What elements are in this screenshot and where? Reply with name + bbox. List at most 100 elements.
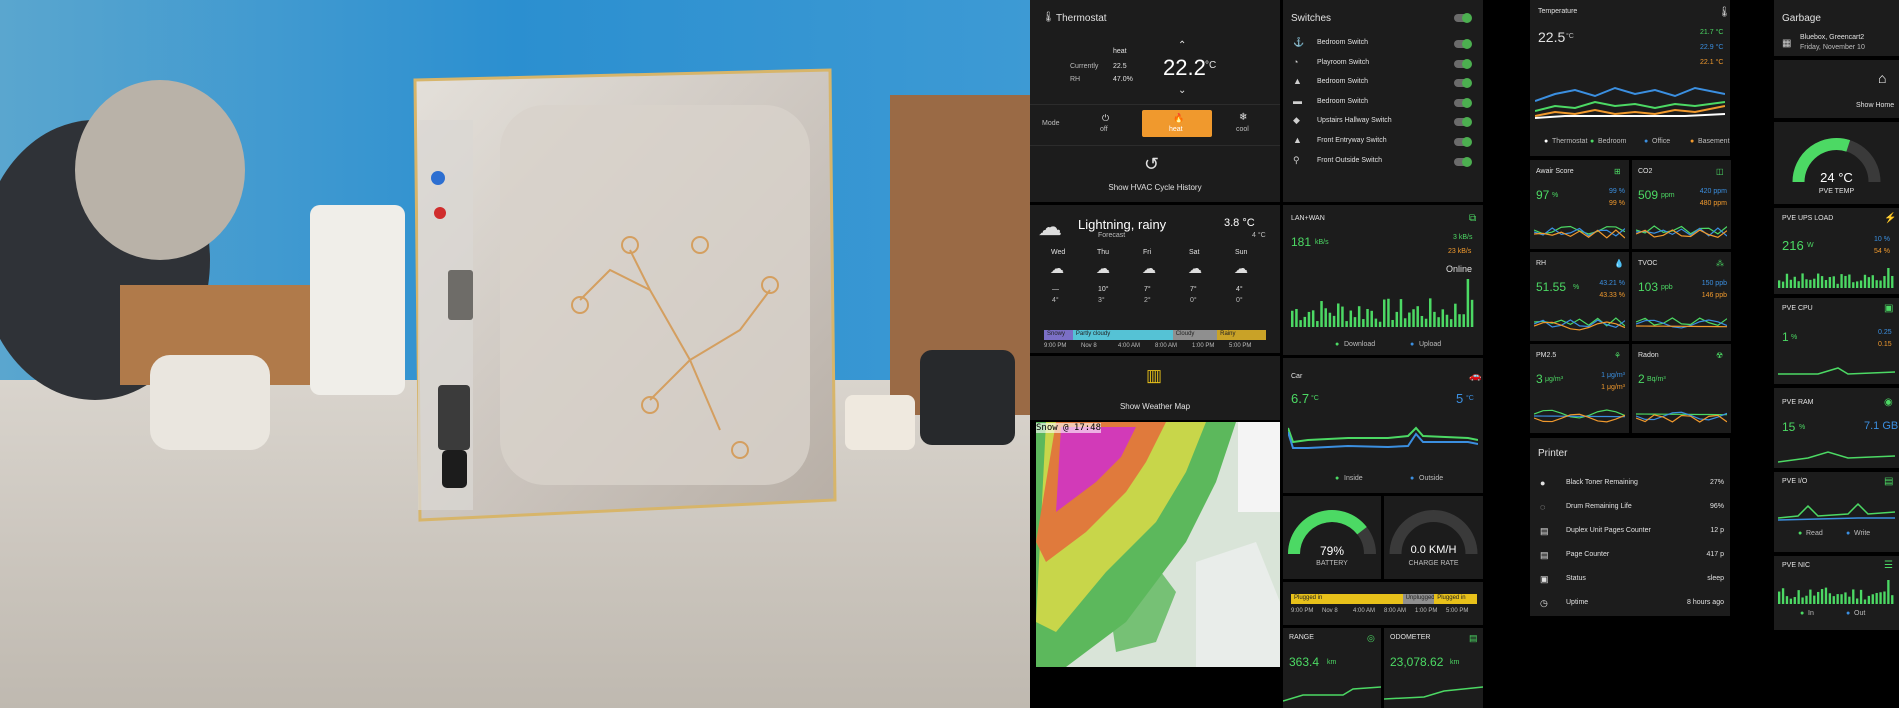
setpoint-down-icon[interactable]: ⌄ bbox=[1178, 85, 1186, 96]
switch-row[interactable]: ◔ Playroom Switch bbox=[1283, 56, 1483, 72]
chart-bar bbox=[1848, 596, 1851, 604]
switch-row[interactable]: ▲ Bedroom Switch bbox=[1283, 75, 1483, 91]
chart-bar bbox=[1824, 280, 1828, 288]
charging-timeline: Plugged in Unplugged Plugged in bbox=[1291, 594, 1477, 604]
temperature-card[interactable]: Temperature 🌡 22.5 °C 21.7 °C 22.9 °C 22… bbox=[1530, 0, 1730, 156]
car-card[interactable]: Car 🚗 6.7 °C 5 °C ● Inside ● Outside bbox=[1283, 358, 1483, 493]
sensor-card[interactable]: RH 💧 51.55% 43.21 % 43.33 % bbox=[1530, 252, 1629, 341]
chart-bar bbox=[1844, 592, 1847, 604]
timeline-tick: 8:00 AM bbox=[1155, 343, 1178, 349]
switch-icon: ◔ bbox=[1293, 56, 1299, 67]
chart-bar bbox=[1345, 321, 1348, 327]
sensor-side-b: 99 % bbox=[1609, 200, 1625, 207]
chart-bar bbox=[1836, 283, 1839, 288]
printer-row-icon: ▤ bbox=[1540, 526, 1549, 536]
mode-cool-label: cool bbox=[1236, 126, 1249, 133]
pve-io-card[interactable]: PVE I/O ▤ ● Read ● Write bbox=[1774, 472, 1899, 552]
lan-wan-card[interactable]: LAN+WAN ⧉ 181 kB/s 3 kB/s 23 kB/s Online… bbox=[1283, 205, 1483, 355]
pve-ups-card[interactable]: PVE UPS LOAD ⚡ 216 W 10 % 54 % bbox=[1774, 208, 1899, 294]
chart-bar bbox=[1462, 314, 1465, 327]
write-legend: Write bbox=[1854, 530, 1871, 537]
pve-temp-card[interactable]: 24 °C PVE TEMP bbox=[1774, 122, 1899, 204]
sensor-card[interactable]: Awair Score ⊞ 97% 99 % 99 % bbox=[1530, 160, 1629, 249]
odometer-card[interactable]: ODOMETER ▤ 23,078.62 km bbox=[1384, 628, 1483, 708]
charging-timeline-card: Plugged in Unplugged Plugged in 9:00 PM Nov… bbox=[1283, 582, 1483, 625]
sensor-card[interactable]: TVOC ⁂ 103 ppb 150 ppb 146 ppb bbox=[1632, 252, 1731, 341]
pve-temp-value: 24 °C bbox=[1820, 170, 1853, 185]
pve-io-chart bbox=[1778, 502, 1895, 521]
show-home-button[interactable]: ⌂ Show Home bbox=[1774, 60, 1899, 118]
switch-label: Playroom Switch bbox=[1317, 58, 1370, 66]
mode-cool-button[interactable]: ❄ cool bbox=[1218, 110, 1273, 137]
pve-cpu-title: PVE CPU bbox=[1782, 305, 1813, 312]
chart-bar bbox=[1840, 274, 1843, 288]
range-card[interactable]: RANGE ◎ 363.4 km bbox=[1283, 628, 1381, 708]
pve-ram-card[interactable]: PVE RAM ◉ 15 % 7.1 GB bbox=[1774, 388, 1899, 468]
in-dot: ● bbox=[1800, 610, 1805, 617]
mode-off-button[interactable]: ⏻ off bbox=[1082, 110, 1132, 137]
switch-icon: ▲ bbox=[1293, 135, 1302, 145]
charge-rate-card[interactable]: 0.0 KM/H CHARGE RATE bbox=[1384, 496, 1483, 579]
switch-toggle[interactable] bbox=[1454, 156, 1472, 167]
sensor-card[interactable]: Radon ☢ 2 Bq/m³ bbox=[1632, 344, 1731, 433]
sensor-icon: ◫ bbox=[1716, 167, 1724, 176]
chart-bar bbox=[1357, 306, 1361, 327]
chart-bar bbox=[1820, 276, 1824, 288]
chart-bar bbox=[1458, 314, 1461, 327]
mode-off-label: off bbox=[1100, 126, 1108, 133]
switch-toggle[interactable] bbox=[1454, 58, 1472, 69]
pve-temp-label: PVE TEMP bbox=[1818, 188, 1855, 195]
sensor-unit: % bbox=[1552, 192, 1559, 199]
pve-ups-unit: W bbox=[1807, 242, 1814, 249]
temperature-side-1: 21.7 °C bbox=[1700, 29, 1724, 36]
printer-row-label: Black Toner Remaining bbox=[1566, 479, 1638, 486]
garbage-card[interactable]: Garbage ▦ Bluebox, Greencart2 Friday, No… bbox=[1774, 0, 1899, 56]
printer-row-icon: ▤ bbox=[1540, 550, 1549, 560]
setpoint-up-icon[interactable]: ⌃ bbox=[1178, 40, 1186, 51]
switch-row[interactable]: ▲ Front Entryway Switch bbox=[1283, 134, 1483, 150]
sensor-side-b: 43.33 % bbox=[1599, 292, 1625, 299]
sensor-side-a: 43.21 % bbox=[1599, 280, 1625, 287]
currently-label: Currently bbox=[1070, 63, 1099, 70]
weather-card[interactable]: ☁ Lightning, rainy Forecast 3.8 °C 4 °C … bbox=[1030, 205, 1280, 353]
pve-io-title: PVE I/O bbox=[1782, 478, 1808, 485]
switches-master-toggle[interactable] bbox=[1454, 13, 1472, 23]
switch-row[interactable]: ▬ Bedroom Switch bbox=[1283, 95, 1483, 111]
switch-toggle[interactable] bbox=[1454, 117, 1472, 128]
timeline-tick: 4:00 AM bbox=[1117, 343, 1140, 349]
hvac-history-button[interactable]: ↺ Show HVAC Cycle History bbox=[1030, 146, 1280, 202]
chart-bar bbox=[1420, 315, 1424, 327]
printer-row-label: Duplex Unit Pages Counter bbox=[1566, 527, 1651, 534]
mode-heat-button[interactable]: 🔥 heat bbox=[1142, 110, 1212, 137]
chart-bar bbox=[1370, 310, 1373, 327]
sensor-card[interactable]: PM2.5 ⚘ 3 μg/m³ 1 μg/m³ 1 μg/m³ bbox=[1530, 344, 1629, 433]
sensor-value: 3 bbox=[1536, 372, 1543, 386]
weather-map-button[interactable]: ▥ Show Weather Map bbox=[1030, 356, 1280, 420]
switch-row[interactable]: ⚓ Bedroom Switch bbox=[1283, 36, 1483, 52]
cpu-icon: ▣ bbox=[1884, 303, 1894, 314]
radar-map[interactable]: Snow @ 17:48 bbox=[1036, 422, 1280, 667]
switch-icon: ◆ bbox=[1293, 115, 1300, 126]
lan-wan-value: 181 bbox=[1291, 235, 1312, 249]
switch-toggle[interactable] bbox=[1454, 78, 1472, 89]
switch-row[interactable]: ⚲ Front Outside Switch bbox=[1283, 154, 1483, 170]
switch-toggle[interactable] bbox=[1454, 39, 1472, 49]
pve-cpu-card[interactable]: PVE CPU ▣ 1 % 0.25 0.15 bbox=[1774, 298, 1899, 384]
switch-toggle[interactable] bbox=[1454, 137, 1472, 147]
forecast-cloud-icon: ☁ bbox=[1096, 260, 1110, 276]
switch-row[interactable]: ◆ Upstairs Hallway Switch bbox=[1283, 114, 1483, 130]
pve-nic-card[interactable]: PVE NIC ☰ ● In ● Out bbox=[1774, 556, 1899, 630]
thermostat-card[interactable]: 🌡 Thermostat heat Currently 22.5 RH 47.0… bbox=[1030, 0, 1280, 202]
chart-bar bbox=[1863, 599, 1867, 604]
sensor-card[interactable]: CO2 ◫ 509 ppm 420 ppm 480 ppm bbox=[1632, 160, 1731, 249]
battery-card[interactable]: 79% BATTERY bbox=[1283, 496, 1381, 579]
timeline-tick: 8:00 AM bbox=[1384, 608, 1407, 614]
printer-row: ● Black Toner Remaining 27% bbox=[1530, 476, 1730, 494]
temperature-legend-label: Office bbox=[1652, 138, 1671, 145]
sensor-sparkline bbox=[1534, 317, 1625, 331]
pve-ups-chart bbox=[1778, 268, 1894, 288]
pve-ram-unit: % bbox=[1799, 424, 1806, 431]
sensor-unit: % bbox=[1573, 284, 1580, 291]
timeline-segment: Plugged in bbox=[1434, 594, 1477, 604]
switch-toggle[interactable] bbox=[1454, 97, 1472, 108]
